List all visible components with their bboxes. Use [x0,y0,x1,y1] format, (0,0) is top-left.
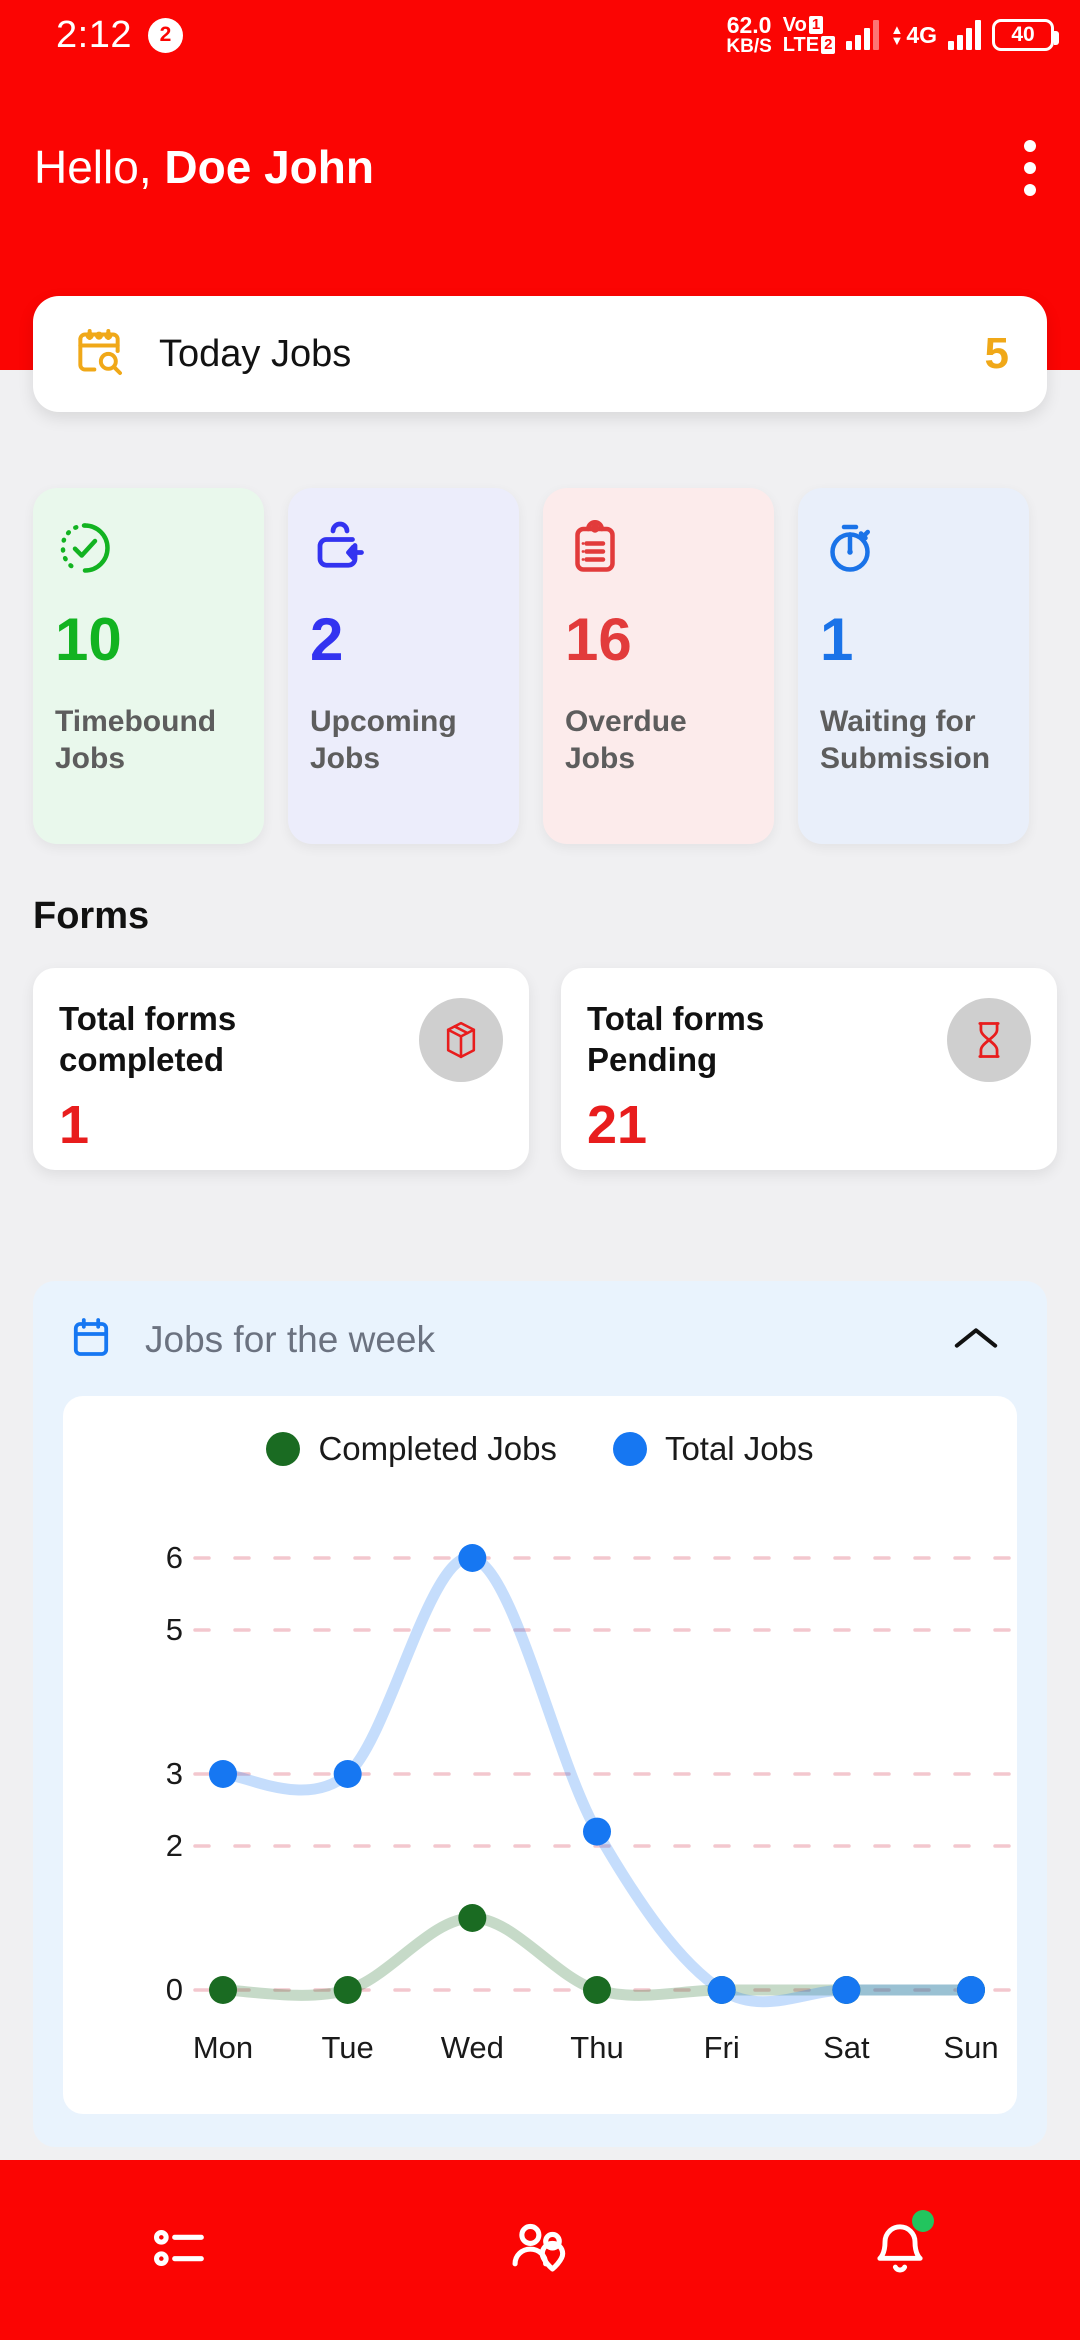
legend-label: Total Jobs [664,1430,814,1467]
legend-item-total-jobs: Total Jobs [612,1430,814,1468]
hourglass-icon [947,998,1031,1082]
stat-label: Upcoming Jobs [310,705,457,775]
status-time: 2:12 [56,13,132,56]
today-jobs-label: Today Jobs [159,332,352,375]
chevron-up-icon[interactable] [939,1309,1013,1372]
bottom-navigation-bar[interactable] [0,2160,1080,2340]
nav-item-notifications[interactable] [720,2160,1080,2340]
battery-icon: 40 [992,19,1059,51]
chart-panel-title: Jobs for the week [145,1319,435,1360]
notification-count-badge: 2 [147,17,183,53]
x-axis-tick-label: Tue [321,2030,374,2065]
calendar-icon [67,1314,115,1367]
x-axis-tick-label: Fri [703,2030,740,2065]
legend-swatch [266,1432,301,1466]
greeting-prefix: Hello, [34,141,152,193]
y-axis-tick-label: 3 [165,1756,183,1791]
x-axis-tick-label: Mon [192,2030,254,2065]
status-icons: 62.0 KB/S Vo 1 LTE 2 ▲ ▼ 4G 40 [726,12,1059,57]
stat-label: Timebound Jobs [55,705,217,775]
stat-card-upcoming-jobs[interactable]: 2 Upcoming Jobs [288,488,519,844]
package-box-icon [419,998,503,1082]
chart-svg [193,1544,1019,2008]
stat-value: 2 [310,606,344,673]
form-card-total-completed[interactable]: Total forms completed 1 [33,968,529,1170]
chart-legend: Completed Jobs Total Jobs [63,1396,1017,1468]
clipboard-list-icon [565,518,752,584]
legend-swatch [612,1432,647,1466]
network-speed-value: 62.0 [726,12,772,38]
network-speed-unit: KB/S [726,36,772,57]
people-location-icon [506,2214,574,2287]
stat-card-timebound-jobs[interactable]: 10 Timebound Jobs [33,488,264,844]
inbox-arrow-icon [310,518,497,584]
jobs-for-the-week-panel: Jobs for the week Completed Jobs Total J… [33,1281,1047,2147]
x-axis-tick-label: Sat [823,2030,870,2065]
calendar-search-icon [71,324,127,385]
nav-item-people[interactable] [360,2160,720,2340]
chart-plot-area: 0 2 3 5 6 Mon Tue Wed Thu Fri Sat Sun [63,1512,1019,2114]
forms-section-title: Forms [33,895,150,937]
stat-card-waiting-for-submission[interactable]: 1 Waiting for Submission [798,488,1029,844]
nav-item-tasks[interactable] [0,2160,360,2340]
stat-value: 10 [55,606,122,673]
notification-badge-dot [912,2210,934,2232]
y-axis-tick-label: 2 [165,1828,183,1863]
form-card-title: Total forms completed [59,1000,237,1079]
signal-bars-sim1-icon [846,20,880,50]
stat-value: 1 [820,606,854,673]
mobile-data-icon: ▲ ▼ 4G [890,22,937,49]
chart-panel-header[interactable]: Jobs for the week [33,1281,1047,1399]
chart-canvas-area: Completed Jobs Total Jobs 0 2 3 5 6 Mon Tue We… [63,1396,1019,2114]
form-card-value: 1 [59,1095,90,1155]
data-arrows-icon: ▲ ▼ [890,21,904,48]
user-name: Doe John [164,141,374,193]
stat-card-overdue-jobs[interactable]: 16 Overdue Jobs [543,488,774,844]
x-axis-tick-label: Thu [570,2030,624,2065]
form-card-total-pending[interactable]: Total forms Pending 21 [561,968,1057,1170]
legend-item-completed-jobs: Completed Jobs [266,1430,557,1468]
y-axis-tick-label: 6 [165,1540,183,1575]
page-title: Hello, Doe John [34,140,374,194]
today-jobs-card[interactable]: Today Jobs 5 [33,296,1047,412]
stat-label: Waiting for Submission [820,705,991,775]
network-speed-indicator: 62.0 KB/S [726,12,772,57]
form-card-title: Total forms Pending [587,1000,765,1079]
stat-value: 16 [565,606,632,673]
stopwatch-icon [820,518,1007,584]
signal-bars-sim2-icon [948,20,981,50]
stat-label: Overdue Jobs [565,705,687,775]
y-axis-tick-label: 5 [165,1612,183,1647]
x-axis-tick-label: Wed [440,2030,504,2065]
volte-label-top: Vo [782,14,807,36]
form-card-value: 21 [587,1095,648,1155]
job-stats-row[interactable]: 10 Timebound Jobs 2 Upcoming Jobs 16 Ove… [33,488,1029,844]
kebab-menu-icon[interactable] [1014,130,1046,206]
status-bar: 2:12 2 62.0 KB/S Vo 1 LTE 2 ▲ ▼ 4G 40 [0,0,1080,70]
legend-label: Completed Jobs [318,1430,557,1467]
sim1-indicator: 1 [808,16,824,34]
volte-label-bottom: LTE [782,34,820,56]
today-jobs-count: 5 [984,329,1009,378]
network-type-label: 4G [906,21,937,48]
clock-check-icon [55,518,242,584]
x-axis-tick-label: Sun [943,2030,999,2065]
task-list-icon [148,2216,212,2285]
y-axis-tick-label: 0 [165,1972,183,2007]
battery-level-label: 40 [1011,23,1035,46]
sim2-indicator: 2 [821,36,836,54]
volte-icon: Vo 1 LTE 2 [783,15,836,55]
